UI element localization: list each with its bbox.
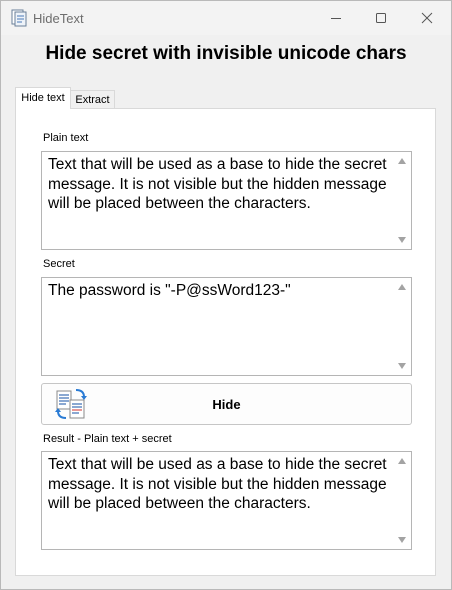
plain-text-scrollbar[interactable] [394,152,411,249]
hide-button-label: Hide [212,397,241,412]
hide-button[interactable]: Hide [41,383,412,425]
result-scrollbar[interactable] [394,452,411,549]
result-label: Result - Plain text + secret [43,433,172,445]
secret-label: Secret [43,258,75,270]
secret-scrollbar[interactable] [394,278,411,375]
app-window: HideText Hide secret with invisible unic… [0,0,452,590]
plain-text-label: Plain text [43,132,89,144]
scroll-up-icon[interactable] [398,158,406,164]
title-bar[interactable]: HideText [1,1,451,35]
result-output[interactable]: Text that will be used as a base to hide… [41,451,412,550]
result-value: Text that will be used as a base to hide… [48,456,391,512]
app-icon [10,9,28,27]
tab-hide-text[interactable]: Hide text [15,87,71,109]
scroll-down-icon[interactable] [398,237,406,243]
maximize-icon [376,13,386,23]
maximize-button[interactable] [358,1,404,35]
scroll-up-icon[interactable] [398,458,406,464]
page-heading: Hide secret with invisible unicode chars [45,43,407,64]
minimize-button[interactable] [313,1,359,35]
tab-extract[interactable]: Extract [71,90,115,109]
scroll-down-icon[interactable] [398,363,406,369]
plain-text-input[interactable]: Text that will be used as a base to hide… [41,151,412,250]
close-icon [421,12,433,24]
scroll-up-icon[interactable] [398,284,406,290]
secret-value: The password is "-P@ssWord123-" [48,282,291,299]
window-title: HideText [33,11,84,26]
close-button[interactable] [404,1,450,35]
secret-input[interactable]: The password is "-P@ssWord123-" [41,277,412,376]
plain-text-value: Text that will be used as a base to hide… [48,156,391,212]
minimize-icon [331,18,341,19]
scroll-down-icon[interactable] [398,537,406,543]
